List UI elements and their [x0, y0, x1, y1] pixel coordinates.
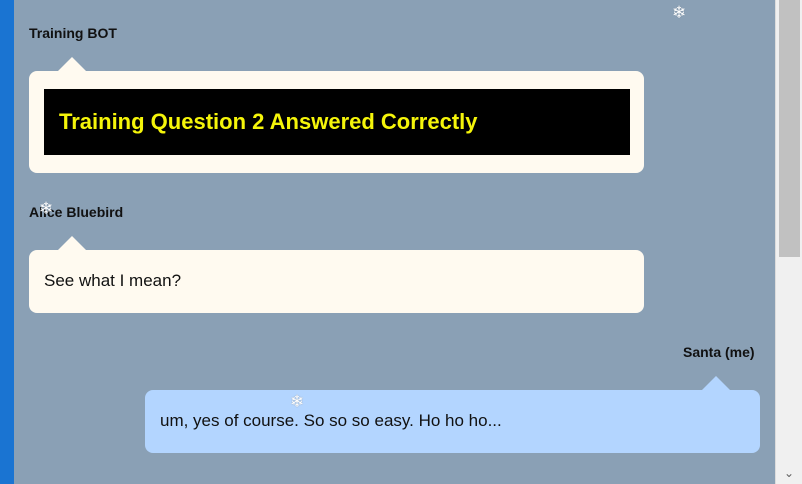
snowflake-icon: ❄: [39, 199, 54, 218]
bubble-tail: [58, 57, 86, 71]
snowflake-icon: ❄: [672, 3, 687, 22]
scroll-down-arrow-icon[interactable]: ⌄: [781, 466, 797, 480]
vertical-scrollbar[interactable]: ⌄: [775, 0, 802, 484]
chat-window: Training BOT Training Question 2 Answere…: [0, 0, 802, 484]
message-text: um, yes of course. So so so easy. Ho ho …: [160, 411, 502, 430]
message-text: See what I mean?: [44, 271, 182, 290]
bubble-tail: [702, 376, 730, 390]
message-bubble-alice-bluebird: See what I mean?: [29, 250, 644, 313]
bubble-tail: [58, 236, 86, 250]
left-accent-bar: [0, 0, 14, 484]
scrollbar-thumb[interactable]: [779, 0, 800, 257]
sender-name-training-bot: Training BOT: [29, 25, 117, 41]
message-bubble-santa-me: um, yes of course. So so so easy. Ho ho …: [145, 390, 760, 453]
sender-name-santa-me: Santa (me): [683, 344, 755, 360]
training-result-banner: Training Question 2 Answered Correctly: [44, 89, 630, 155]
message-bubble-training-bot: Training Question 2 Answered Correctly: [29, 71, 644, 173]
snowflake-icon: ❄: [290, 392, 305, 411]
